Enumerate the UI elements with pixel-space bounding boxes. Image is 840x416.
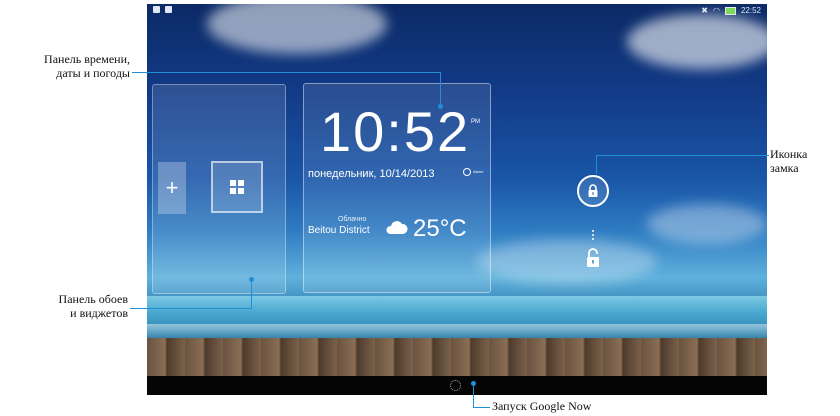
- callout-dot: [249, 277, 254, 282]
- temperature: 25°C: [413, 215, 467, 242]
- mute-icon: ✖: [701, 6, 708, 15]
- wooden-deck-background: [147, 338, 767, 376]
- lock-button[interactable]: [577, 175, 609, 207]
- annotation-lock-icon: Иконка замка: [770, 147, 808, 176]
- callout-line: [251, 280, 252, 309]
- lock-icon: [588, 184, 598, 197]
- weather-condition: Облачно: [338, 216, 367, 223]
- annotation-wallpaper-panel: Панель обоев и виджетов: [58, 292, 128, 321]
- surf-background: [147, 324, 767, 338]
- tablet-lock-screen: ✖ ◠ 22:52 + 10:52 PM понедельник, 10/14/…: [147, 4, 767, 395]
- clock-ampm: PM: [471, 119, 480, 125]
- callout-line: [130, 308, 252, 309]
- callout-line: [596, 155, 597, 174]
- callout-dot: [438, 104, 443, 109]
- alarm-label: Alarm: [473, 169, 484, 174]
- unlock-icon[interactable]: [586, 248, 600, 268]
- cloud-icon: [386, 221, 408, 234]
- google-now-button[interactable]: [450, 380, 461, 391]
- status-time: 22:52: [740, 6, 761, 15]
- add-widget-button[interactable]: +: [158, 162, 186, 214]
- cloud-decoration: [647, 204, 767, 244]
- wifi-icon: ◠: [712, 6, 720, 15]
- date-text: понедельник, 10/14/2013: [308, 168, 435, 180]
- wallpaper-widget-panel[interactable]: +: [152, 84, 286, 294]
- weather-location: Beitou District: [308, 225, 370, 236]
- image-icon: [165, 6, 172, 13]
- notification-icon: [153, 6, 160, 13]
- unlock-path-dots: [592, 230, 594, 242]
- callout-line: [596, 155, 769, 156]
- callout-line: [440, 72, 441, 106]
- clock-time: 10:52: [320, 100, 471, 163]
- time-weather-panel[interactable]: 10:52 PM понедельник, 10/14/2013 Alarm О…: [303, 83, 491, 293]
- battery-icon: [724, 6, 736, 15]
- cloud-decoration: [477, 239, 657, 284]
- callout-line: [473, 407, 490, 408]
- alarm-icon: [463, 168, 471, 176]
- callout-line: [473, 384, 474, 407]
- callout-line: [132, 72, 441, 73]
- status-bar: ✖ ◠ 22:52: [147, 4, 767, 18]
- annotation-time-panel: Панель времени, даты и погоды: [44, 52, 130, 81]
- widgets-button[interactable]: [211, 161, 263, 213]
- annotation-google-now: Запуск Google Now: [492, 399, 592, 413]
- navigation-bar: [147, 376, 767, 395]
- cloud-decoration: [627, 14, 767, 69]
- widgets-icon: [230, 180, 244, 194]
